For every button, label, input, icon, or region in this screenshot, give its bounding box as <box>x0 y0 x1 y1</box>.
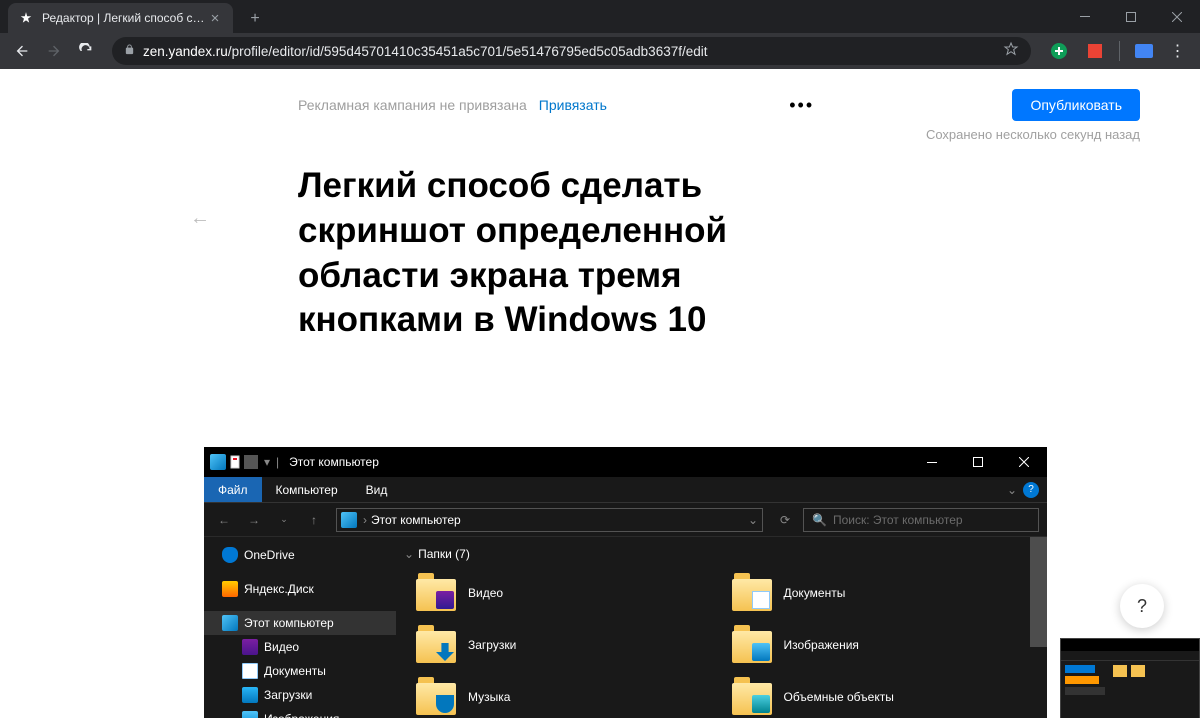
bookmark-star-icon[interactable] <box>1003 41 1019 62</box>
search-placeholder: Поиск: Этот компьютер <box>833 513 963 527</box>
sidebar-item-documents[interactable]: Документы <box>204 659 396 683</box>
screenshot-thumbnail[interactable] <box>1060 638 1200 718</box>
explorer-minimize-button[interactable] <box>909 447 955 477</box>
extension-screens-icon[interactable] <box>1130 37 1158 65</box>
explorer-ribbon: Файл Компьютер Вид ⌄ ? <box>204 477 1047 503</box>
sidebar-item-images[interactable]: Изображения <box>204 707 396 718</box>
maximize-button[interactable] <box>1108 0 1154 33</box>
explorer-up-button[interactable]: ↑ <box>302 508 326 532</box>
new-tab-button[interactable]: + <box>241 5 269 33</box>
explorer-maximize-button[interactable] <box>955 447 1001 477</box>
explorer-back-button[interactable]: ← <box>212 508 236 532</box>
section-header[interactable]: ⌄ Папки (7) <box>396 545 1047 571</box>
explorer-body: OneDrive Яндекс.Диск Этот компьютер Виде… <box>204 537 1047 718</box>
saved-status: Сохранено несколько секунд назад <box>0 121 1200 142</box>
extension-green-icon[interactable] <box>1045 37 1073 65</box>
onedrive-icon <box>222 547 238 563</box>
explorer-close-button[interactable] <box>1001 447 1047 477</box>
images-icon <box>242 711 258 718</box>
close-button[interactable] <box>1154 0 1200 33</box>
documents-icon <box>242 663 258 679</box>
quick-access-icon <box>230 455 240 469</box>
explorer-navbar: ← → ⌄ ↑ › Этот компьютер ⌄ ⟳ 🔍 Поиск: Эт… <box>204 503 1047 537</box>
help-icon[interactable]: ? <box>1023 482 1039 498</box>
ribbon-tab-file[interactable]: Файл <box>204 477 262 502</box>
explorer-title: Этот компьютер <box>289 455 379 469</box>
separator <box>1119 41 1120 61</box>
page-content: Рекламная кампания не привязана Привязат… <box>0 69 1200 718</box>
editor-back-button[interactable]: ← <box>190 207 210 230</box>
reload-button[interactable] <box>72 37 100 65</box>
search-icon: 🔍 <box>812 513 827 527</box>
explorer-history-dropdown[interactable]: ⌄ <box>272 508 296 532</box>
ribbon-tab-view[interactable]: Вид <box>352 477 402 502</box>
url-text: zen.yandex.ru/profile/editor/id/595d4570… <box>143 44 707 59</box>
folder-video[interactable]: Видео <box>416 571 732 615</box>
back-button[interactable] <box>8 37 36 65</box>
more-button[interactable]: ••• <box>781 91 822 120</box>
help-float-button[interactable]: ? <box>1120 584 1164 628</box>
explorer-titlebar[interactable]: ▾ | Этот компьютер <box>204 447 1047 477</box>
breadcrumb-text: Этот компьютер <box>371 513 461 527</box>
minimize-button[interactable] <box>1062 0 1108 33</box>
tab-close-button[interactable]: × <box>207 10 223 26</box>
video-icon <box>242 639 258 655</box>
explorer-window: ▾ | Этот компьютер Файл Компьютер Вид ⌄ … <box>204 447 1047 718</box>
breadcrumb-dropdown-icon[interactable]: ⌄ <box>748 513 758 527</box>
folder-3d[interactable]: Объемные объекты <box>732 675 1048 718</box>
extension-red-icon[interactable] <box>1081 37 1109 65</box>
campaign-status: Рекламная кампания не привязана <box>298 97 527 113</box>
explorer-address-bar[interactable]: › Этот компьютер ⌄ <box>336 508 763 532</box>
thispc-icon <box>222 615 238 631</box>
chevron-down-icon: ⌄ <box>404 547 414 561</box>
sidebar-item-video[interactable]: Видео <box>204 635 396 659</box>
tab-title: Редактор | Легкий способ сдела <box>42 11 207 25</box>
ribbon-expand-icon[interactable]: ⌄ <box>1007 483 1017 497</box>
explorer-forward-button[interactable]: → <box>242 508 266 532</box>
publish-button[interactable]: Опубликовать <box>1012 89 1140 121</box>
sidebar-item-thispc[interactable]: Этот компьютер <box>204 611 396 635</box>
folder-documents[interactable]: Документы <box>732 571 1048 615</box>
lock-icon <box>124 43 135 59</box>
article-title[interactable]: Легкий способ сделать скриншот определен… <box>0 142 870 343</box>
folder-music[interactable]: Музыка <box>416 675 732 718</box>
explorer-refresh-button[interactable]: ⟳ <box>773 513 797 527</box>
breadcrumb-icon <box>341 512 357 528</box>
sidebar-item-downloads[interactable]: Загрузки <box>204 683 396 707</box>
browser-toolbar: zen.yandex.ru/profile/editor/id/595d4570… <box>0 33 1200 69</box>
browser-titlebar: Редактор | Легкий способ сдела × + <box>0 0 1200 33</box>
folder-images[interactable]: Изображения <box>732 623 1048 667</box>
explorer-main: ⌄ Папки (7) Видео Документы Загрузки Изо… <box>396 537 1047 718</box>
sidebar-item-onedrive[interactable]: OneDrive <box>204 543 396 567</box>
tab-favicon <box>18 10 34 26</box>
qat-icon <box>244 455 258 469</box>
campaign-link[interactable]: Привязать <box>539 97 607 113</box>
folder-downloads[interactable]: Загрузки <box>416 623 732 667</box>
explorer-sidebar: OneDrive Яндекс.Диск Этот компьютер Виде… <box>204 537 396 718</box>
address-bar[interactable]: zen.yandex.ru/profile/editor/id/595d4570… <box>112 37 1031 65</box>
ribbon-tab-computer[interactable]: Компьютер <box>262 477 352 502</box>
editor-header: Рекламная кампания не привязана Привязат… <box>0 69 1200 121</box>
scrollbar[interactable] <box>1030 537 1047 718</box>
yadisk-icon <box>222 581 238 597</box>
forward-button[interactable] <box>40 37 68 65</box>
explorer-app-icon <box>210 454 226 470</box>
explorer-search[interactable]: 🔍 Поиск: Этот компьютер <box>803 508 1039 532</box>
qat-dropdown-icon[interactable]: ▾ <box>264 455 270 469</box>
browser-menu-button[interactable]: ⋮ <box>1164 37 1192 65</box>
browser-tab[interactable]: Редактор | Легкий способ сдела × <box>8 3 233 33</box>
downloads-icon <box>242 687 258 703</box>
sidebar-item-yadisk[interactable]: Яндекс.Диск <box>204 577 396 601</box>
